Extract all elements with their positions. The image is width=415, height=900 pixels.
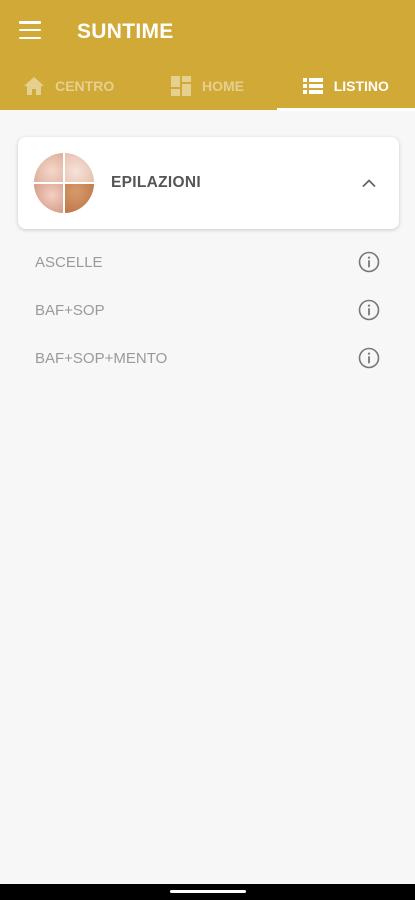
chevron-up-icon[interactable] [361, 175, 377, 191]
tab-home-label: HOME [201, 78, 244, 94]
system-navigation-bar [0, 884, 415, 900]
info-icon[interactable] [357, 346, 381, 370]
list-icon [302, 76, 323, 96]
tab-centro-label: CENTRO [55, 78, 115, 94]
list-item[interactable]: ASCELLE [0, 238, 415, 286]
info-icon[interactable] [357, 298, 381, 322]
tab-listino[interactable]: LISTINO [276, 62, 415, 111]
list-item[interactable]: BAF+SOP+MENTO [0, 334, 415, 382]
app-title: SUNTIME [77, 20, 174, 43]
list-item[interactable]: BAF+SOP [0, 286, 415, 334]
info-icon[interactable] [357, 250, 381, 274]
home-icon [24, 76, 45, 96]
app-bar: SUNTIME CENTRO HOME LISTINO [0, 0, 415, 111]
dashboard-icon [170, 76, 191, 96]
home-gesture-indicator[interactable] [170, 890, 246, 893]
tab-bar: CENTRO HOME LISTINO [0, 62, 415, 111]
tab-home[interactable]: HOME [138, 62, 276, 110]
service-list: ASCELLE BAF+SOP BAF+SOP+MENTO [0, 238, 415, 382]
hamburger-menu-icon[interactable] [19, 20, 41, 40]
list-item-label: ASCELLE [35, 253, 103, 271]
tab-listino-label: LISTINO [333, 78, 389, 94]
list-item-label: BAF+SOP+MENTO [35, 349, 168, 367]
category-card-epilazioni[interactable]: EPILAZIONI [18, 137, 399, 229]
list-item-label: BAF+SOP [35, 301, 105, 319]
category-title: EPILAZIONI [111, 174, 201, 191]
category-image [34, 153, 94, 213]
tab-centro[interactable]: CENTRO [0, 62, 138, 110]
